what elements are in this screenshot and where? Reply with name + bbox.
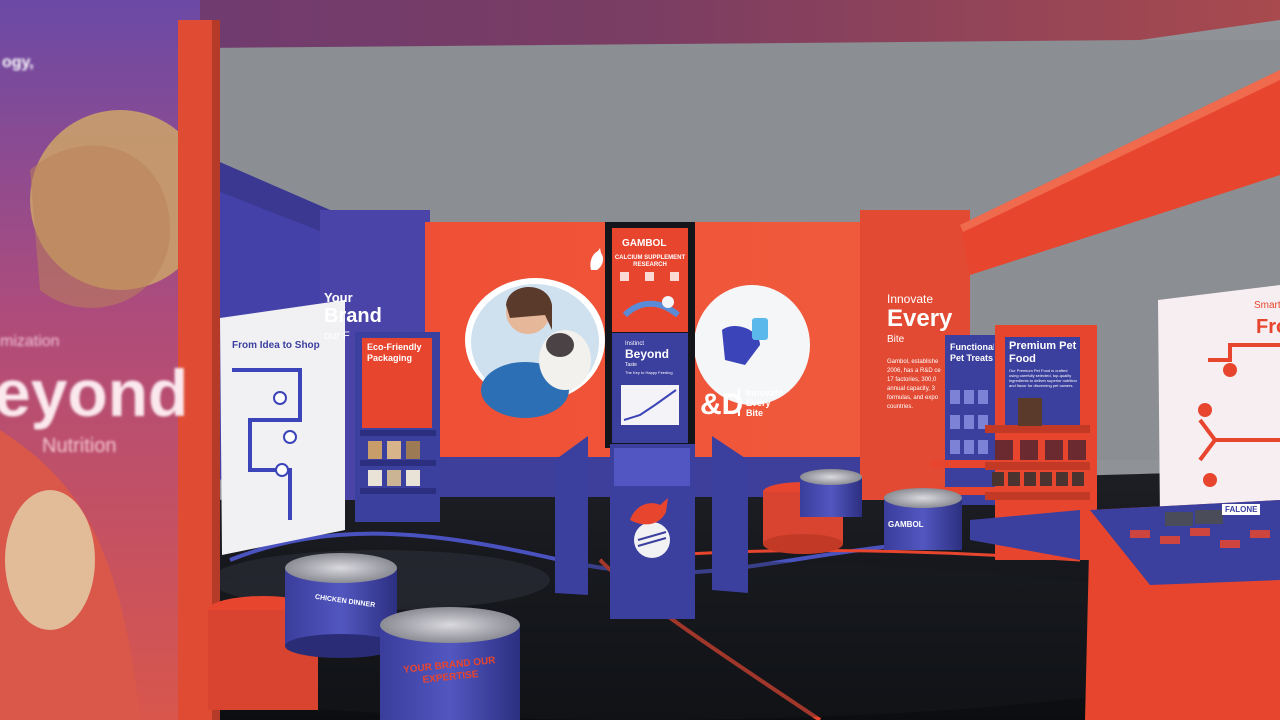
left-banner-line3: Nutrition [42, 435, 117, 457]
table-sign: FALONE [1222, 504, 1261, 515]
totem-card-caption: The Key to Happy Feeding [625, 370, 673, 375]
premium-shelf-title: Premium Pet Food [1009, 340, 1077, 365]
cat-logo-icon [588, 248, 606, 272]
totem-card-subtitle: Taste [625, 362, 637, 368]
totem-brand: GAMBOL [622, 238, 667, 249]
totem-card-title: Beyond [625, 347, 670, 361]
left-board-title: From Idea to Shop [232, 340, 320, 351]
innovate-panel-line2: Every [887, 305, 953, 332]
left-banner-top-text: ogy, [2, 54, 34, 71]
brand-panel-line2: Brand [324, 305, 382, 327]
innovate-panel-line3: Bite [887, 334, 905, 345]
screen-text: &D [700, 388, 744, 421]
screen-tagline: Innovate Every Bite [746, 388, 783, 418]
screen-tagline-line: Every [746, 398, 771, 408]
left-banner-headline: eyond [0, 356, 189, 430]
right-board-line2: Fron [1256, 316, 1280, 338]
premium-shelf-desc: Our Premium Pet Food is crafted using ca… [1009, 368, 1077, 388]
can-label-brand: GAMBOL [888, 520, 924, 529]
right-board-line1: Smart F [1254, 300, 1280, 311]
brand-panel-line3: our F [324, 330, 350, 342]
brand-panel-line1: Your [324, 290, 353, 305]
totem-title: CALCIUM SUPPLEMENT RESEARCH [614, 255, 686, 268]
functional-shelf-title: Functional Pet Treats [950, 342, 994, 363]
screen-tagline-line: Bite [746, 408, 764, 418]
left-banner-line1: mization [0, 333, 60, 350]
expo-booth-scene: ogy, mization eyond Nutrition Your Brand… [0, 0, 1280, 720]
innovate-panel-paragraph: Gambol, establishe 2006, has a R&D ce 17… [887, 359, 941, 408]
innovate-panel-line1: Innovate [887, 292, 934, 306]
eco-shelf-title: Eco-Friendly Packaging [367, 342, 422, 363]
screen-tagline-line: Innovate [746, 388, 784, 398]
